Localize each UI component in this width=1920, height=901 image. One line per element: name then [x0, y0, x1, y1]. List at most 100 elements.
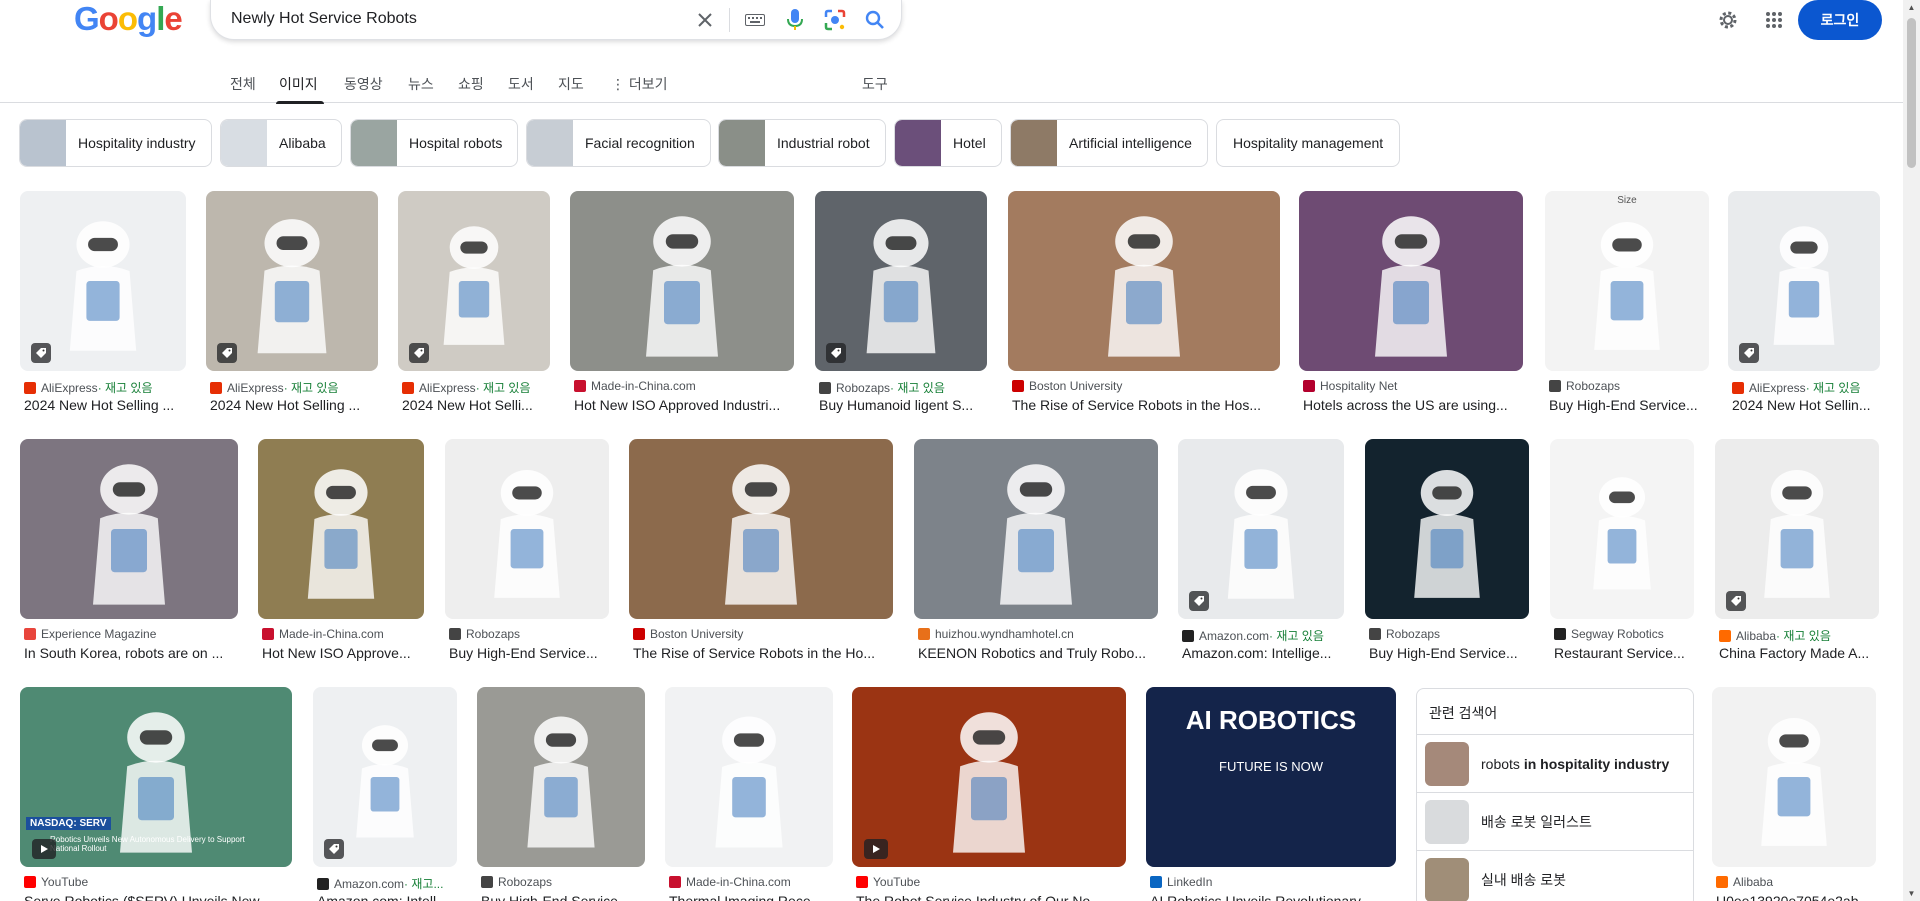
image-result[interactable]: AI ROBOTICS FUTURE IS NOW LinkedIn AI Robot…: [1146, 687, 1396, 901]
result-title[interactable]: Hotels across the US are using...: [1303, 397, 1523, 413]
tab-all[interactable]: 전체: [230, 74, 256, 94]
image-result[interactable]: Made-in-China.com Thermal Imaging Rece...: [665, 687, 833, 901]
result-thumbnail[interactable]: [1550, 439, 1694, 619]
lens-camera-icon[interactable]: [821, 6, 849, 34]
result-title[interactable]: Buy High-End Service...: [1369, 645, 1529, 661]
tab-more[interactable]: ⋮ 더보기: [611, 74, 668, 94]
tab-images[interactable]: 이미지: [279, 74, 318, 94]
related-search-item[interactable]: robots in hospitality industry: [1417, 734, 1693, 792]
image-result[interactable]: Robozaps Buy High-End Service...: [477, 687, 645, 901]
result-title[interactable]: 2024 New Hot Selling ...: [210, 397, 378, 413]
result-source[interactable]: Made-in-China.com: [574, 379, 794, 393]
result-title[interactable]: Thermal Imaging Rece...: [669, 893, 833, 901]
image-result[interactable]: Made-in-China.com Hot New ISO Approved In…: [570, 191, 794, 413]
image-result[interactable]: Boston University The Rise of Service Rob…: [629, 439, 893, 661]
tab-books[interactable]: 도서: [508, 74, 534, 94]
related-search-item[interactable]: 배송 로봇 일러스트: [1417, 792, 1693, 850]
result-thumbnail[interactable]: [258, 439, 424, 619]
result-title[interactable]: The Robot Service Industry of Our No...: [856, 893, 1126, 901]
image-result[interactable]: Robozaps Buy High-End Service...: [1365, 439, 1529, 661]
image-result[interactable]: Robozaps · 재고 있음 Buy Humanoid ligent S...: [815, 191, 987, 413]
image-result[interactable]: NASDAQ: SERV Robotics Unveils New Autonom…: [20, 687, 292, 901]
image-result[interactable]: Amazon.com · 재고... Amazon.com: Intell...: [313, 687, 457, 901]
page-scrollbar[interactable]: ▲ ▼: [1903, 0, 1920, 901]
keyboard-icon[interactable]: [741, 6, 769, 34]
result-thumbnail[interactable]: [1712, 687, 1876, 867]
microphone-icon[interactable]: [781, 6, 809, 34]
result-thumbnail[interactable]: [1365, 439, 1529, 619]
result-thumbnail[interactable]: [477, 687, 645, 867]
apps-grid-icon[interactable]: [1758, 0, 1790, 40]
result-thumbnail[interactable]: NASDAQ: SERV Robotics Unveils New Autonom…: [20, 687, 292, 867]
result-thumbnail[interactable]: [852, 687, 1126, 867]
image-result[interactable]: AliExpress · 재고 있음 2024 New Hot Sellin...: [1728, 191, 1880, 413]
search-icon[interactable]: [861, 6, 889, 34]
tab-news[interactable]: 뉴스: [408, 74, 434, 94]
result-source[interactable]: LinkedIn: [1150, 875, 1396, 889]
result-source[interactable]: YouTube: [24, 875, 292, 889]
login-button[interactable]: 로그인: [1798, 0, 1882, 40]
result-source[interactable]: Boston University: [633, 627, 893, 641]
image-result[interactable]: Experience Magazine In South Korea, robot…: [20, 439, 238, 661]
result-source[interactable]: Amazon.com · 재고 있음: [1182, 627, 1344, 644]
search-input[interactable]: [231, 8, 671, 30]
result-source[interactable]: Hospitality Net: [1303, 379, 1523, 393]
result-title[interactable]: The Rise of Service Robots in the Hos...: [1012, 397, 1280, 413]
result-source[interactable]: Alibaba · 재고 있음: [1719, 627, 1879, 644]
result-source[interactable]: Segway Robotics: [1554, 627, 1694, 641]
result-title[interactable]: Amazon.com: Intell...: [317, 893, 457, 901]
image-result[interactable]: Boston University The Rise of Service Rob…: [1008, 191, 1280, 413]
result-thumbnail[interactable]: [629, 439, 893, 619]
result-title[interactable]: Buy High-End Service...: [481, 893, 645, 901]
result-title[interactable]: Amazon.com: Intellige...: [1182, 645, 1344, 661]
result-source[interactable]: Amazon.com · 재고...: [317, 875, 457, 892]
result-source[interactable]: Robozaps · 재고 있음: [819, 379, 987, 396]
chip-hospitality-management[interactable]: Hospitality management: [1216, 119, 1401, 167]
tab-videos[interactable]: 동영상: [344, 74, 383, 94]
result-title[interactable]: 2024 New Hot Selling ...: [24, 397, 186, 413]
chip-hospital-robots[interactable]: Hospital robots: [350, 119, 519, 167]
image-result[interactable]: Hospitality Net Hotels across the US are …: [1299, 191, 1523, 413]
related-search-item[interactable]: 실내 배송 로봇: [1417, 850, 1693, 901]
result-source[interactable]: AliExpress · 재고 있음: [402, 379, 550, 396]
result-title[interactable]: U0ee13920e7054e2ab...: [1716, 893, 1876, 901]
image-result[interactable]: Robozaps Buy High-End Service...: [445, 439, 609, 661]
scroll-up-arrow[interactable]: ▲: [1907, 3, 1916, 12]
result-title[interactable]: China Factory Made A...: [1719, 645, 1879, 661]
image-result[interactable]: Alibaba U0ee13920e7054e2ab...: [1712, 687, 1876, 901]
result-title[interactable]: 2024 New Hot Sellin...: [1732, 397, 1880, 413]
image-result[interactable]: Segway Robotics Restaurant Service...: [1550, 439, 1694, 661]
result-title[interactable]: Hot New ISO Approve...: [262, 645, 424, 661]
result-source[interactable]: Made-in-China.com: [262, 627, 424, 641]
result-source[interactable]: Robozaps: [1549, 379, 1709, 393]
image-result[interactable]: Made-in-China.com Hot New ISO Approve...: [258, 439, 424, 661]
google-logo[interactable]: Google: [74, 0, 183, 38]
tab-maps[interactable]: 지도: [558, 74, 584, 94]
result-title[interactable]: KEENON Robotics and Truly Robo...: [918, 645, 1158, 661]
chip-hotel[interactable]: Hotel: [894, 119, 1002, 167]
result-thumbnail[interactable]: Size: [1545, 191, 1709, 371]
result-thumbnail[interactable]: [1008, 191, 1280, 371]
image-result[interactable]: AliExpress · 재고 있음 2024 New Hot Selli...: [398, 191, 550, 413]
result-source[interactable]: Robozaps: [1369, 627, 1529, 641]
tab-tools[interactable]: 도구: [862, 74, 888, 94]
chip-hospitality-industry[interactable]: Hospitality industry: [19, 119, 212, 167]
result-title[interactable]: Restaurant Service...: [1554, 645, 1694, 661]
chip-facial-recognition[interactable]: Facial recognition: [526, 119, 711, 167]
scrollbar-thumb[interactable]: [1907, 18, 1916, 168]
result-title[interactable]: In South Korea, robots are on ...: [24, 645, 238, 661]
image-result[interactable]: AliExpress · 재고 있음 2024 New Hot Selling .…: [206, 191, 378, 413]
result-title[interactable]: Buy High-End Service...: [449, 645, 609, 661]
result-source[interactable]: Alibaba: [1716, 875, 1876, 889]
result-source[interactable]: YouTube: [856, 875, 1126, 889]
result-thumbnail[interactable]: [665, 687, 833, 867]
chip-alibaba[interactable]: Alibaba: [220, 119, 342, 167]
image-result[interactable]: YouTube The Robot Service Industry of Our…: [852, 687, 1126, 901]
result-source[interactable]: Experience Magazine: [24, 627, 238, 641]
result-title[interactable]: Buy Humanoid ligent S...: [819, 397, 987, 413]
result-source[interactable]: Made-in-China.com: [669, 875, 833, 889]
result-source[interactable]: huizhou.wyndhamhotel.cn: [918, 627, 1158, 641]
result-title[interactable]: 2024 New Hot Selli...: [402, 397, 550, 413]
result-title[interactable]: Serve Robotics ($SERV) Unveils New...: [24, 893, 292, 901]
image-result[interactable]: Alibaba · 재고 있음 China Factory Made A...: [1715, 439, 1879, 661]
